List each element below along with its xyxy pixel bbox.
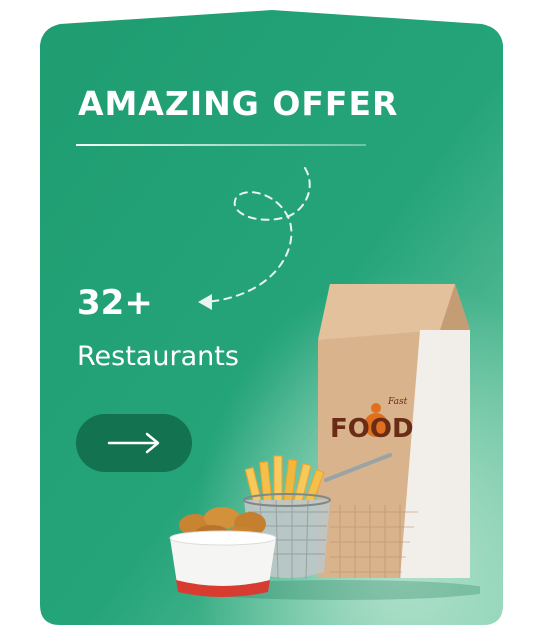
paper-bag: FOOD Fast <box>318 284 470 578</box>
svg-text:FOOD: FOOD <box>330 414 414 444</box>
svg-text:Fast: Fast <box>387 397 408 407</box>
nuggets-cup <box>169 507 277 597</box>
offer-card: AMAZING OFFER 32+ Restaurants FOOD Fast <box>0 0 559 639</box>
food-illustration: FOOD Fast <box>169 284 480 600</box>
arrow-right-icon <box>107 432 160 454</box>
offer-title: AMAZING OFFER <box>78 84 399 123</box>
restaurant-count: 32+ <box>77 283 153 323</box>
title-divider <box>76 144 366 146</box>
